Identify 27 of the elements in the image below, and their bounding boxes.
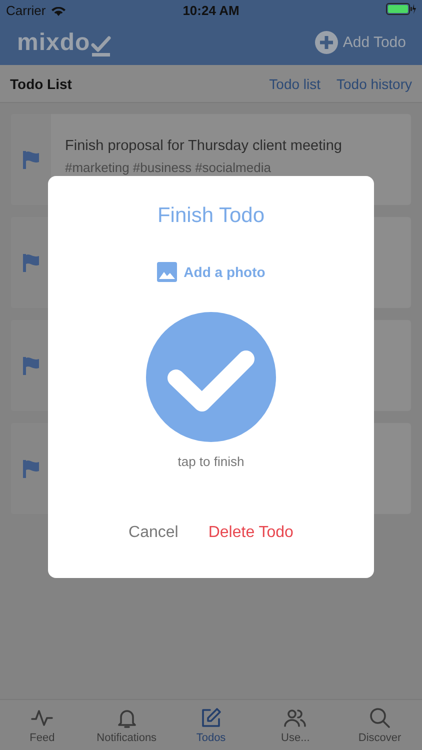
- todo-tags: #marketing #business #socialmedia: [65, 160, 342, 175]
- app-logo: mixdo: [17, 28, 90, 56]
- nav-link[interactable]: Todo list: [269, 76, 321, 92]
- finish-hint: tap to finish: [178, 454, 244, 469]
- battery-icon: [386, 2, 416, 14]
- status-time: 10:24 AM: [182, 2, 240, 18]
- tab-bar-item[interactable]: Use...: [253, 700, 338, 750]
- page-title: Todo List: [10, 76, 72, 92]
- checkmark-icon: [91, 34, 112, 56]
- dialog-button[interactable]: Cancel: [128, 524, 178, 542]
- dialog-title: Finish Todo: [157, 204, 264, 228]
- search-icon: [368, 706, 392, 730]
- tab-bar-item[interactable]: Feed: [0, 700, 84, 750]
- add-todo-button[interactable]: Add Todo: [314, 31, 406, 54]
- tab-bar-item[interactable]: Discover: [338, 700, 422, 750]
- carrier-name: Carrier: [6, 2, 46, 18]
- edit-icon: [199, 706, 224, 730]
- image-icon: [156, 262, 177, 282]
- add-photo-button[interactable]: Add a photo: [156, 262, 266, 282]
- wifi-icon: [50, 4, 66, 16]
- nav-link[interactable]: Todo history: [336, 76, 412, 92]
- finish-check-button[interactable]: [146, 312, 276, 442]
- tab-bar-item[interactable]: Notifications: [84, 700, 169, 750]
- tab-bar-item[interactable]: Todos: [168, 700, 254, 750]
- todo-title: Finish proposal for Thursday client meeting: [65, 138, 342, 154]
- dialog-button[interactable]: Delete Todo: [208, 524, 294, 542]
- plus-icon: [314, 31, 338, 54]
